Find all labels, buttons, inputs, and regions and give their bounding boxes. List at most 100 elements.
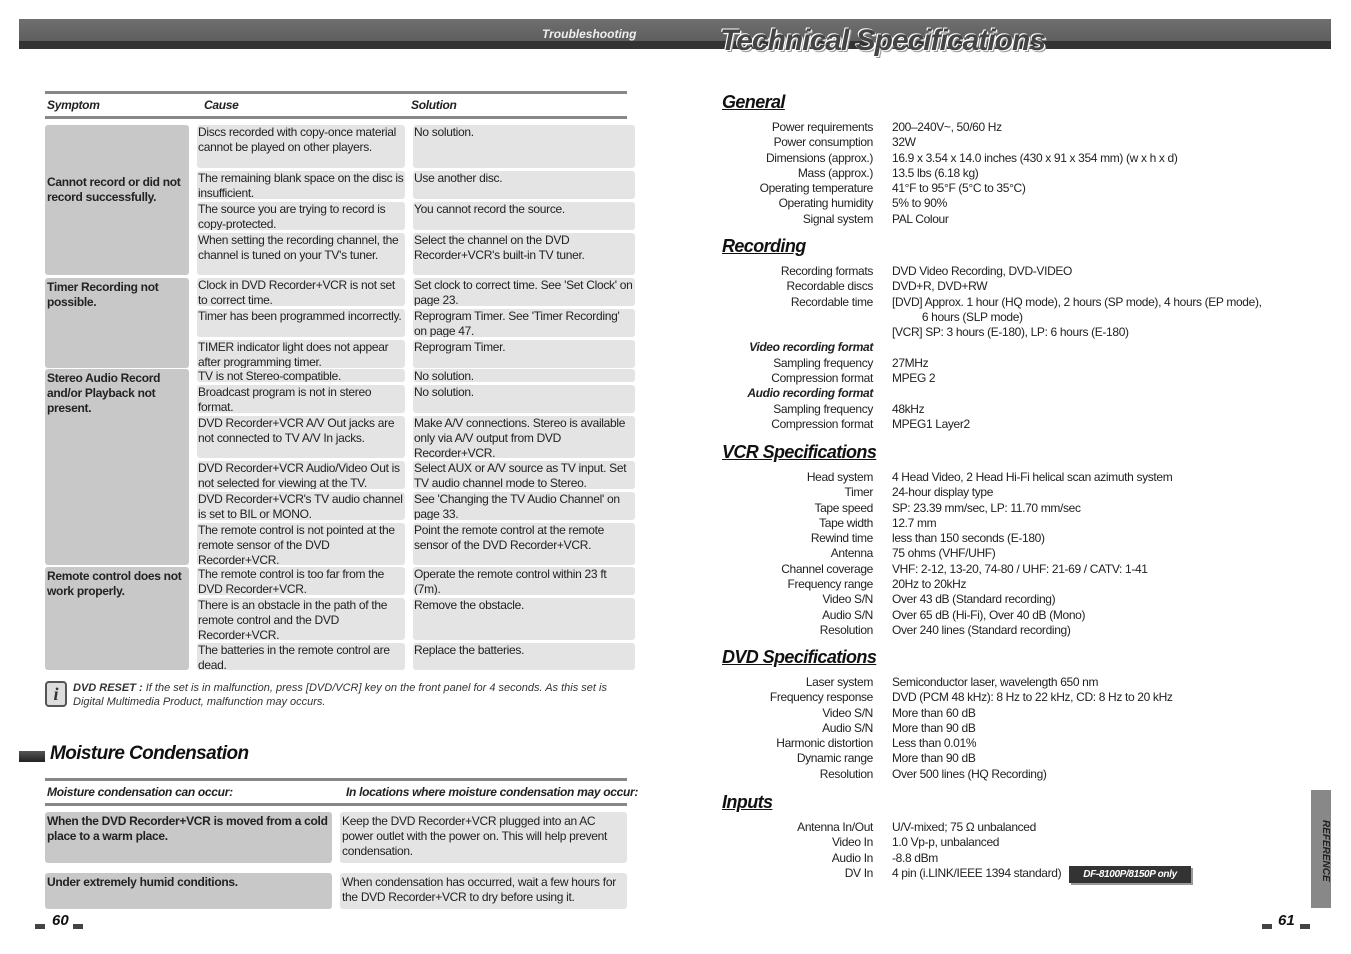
moisture-title: Moisture Condensation [50, 743, 249, 764]
spec-value: 5% to 90% [892, 196, 947, 211]
spec-row: Operating humidity 5% to 90% [700, 196, 1320, 211]
spec-value: 27MHz [892, 355, 929, 370]
spec-row: Harmonic distortion Less than 0.01% [700, 736, 1320, 751]
spec-value: Less than 0.01% [892, 736, 977, 751]
moisture-col-b: In locations where moisture condensation… [346, 785, 639, 799]
spec-row: Rewind time less than 150 seconds (E-180) [700, 531, 1320, 546]
spec-label: Compression format [771, 416, 873, 431]
spec-row: DV In 4 pin (i.LINK/IEEE 1394 standard) DF… [700, 865, 1320, 884]
spec-label: Video S/N [822, 592, 873, 607]
spec-value: MPEG1 Layer2 [892, 416, 970, 431]
spec-row: 6 hours (SLP mode) [700, 310, 1320, 325]
solution-cell: No solution. [413, 125, 635, 168]
solution-cell: No solution. [413, 385, 635, 413]
spec-value: VHF: 2-12, 13-20, 74-80 / UHF: 21-69 / C… [892, 561, 1148, 576]
symptom-cell: Timer Recording not possible. [45, 278, 189, 368]
cause-cell: When setting the recording channel, the … [197, 233, 405, 275]
cause-cell: The remote control is not pointed at the… [197, 523, 405, 565]
cause-cell: The batteries in the remote control are … [197, 643, 405, 670]
spec-label [700, 325, 873, 340]
spec-label: Recordable time [790, 294, 873, 309]
page-number-right: 61 [1278, 912, 1295, 929]
spec-label: Frequency response [769, 690, 873, 705]
cause-cell: Clock in DVD Recorder+VCR is not set to … [197, 278, 405, 306]
table-rule [45, 91, 627, 94]
moisture-advice: When condensation has occurred, wait a f… [340, 873, 627, 909]
page-mark [1300, 924, 1310, 929]
symptom-cell: Stereo Audio Record and/or Playback not … [45, 369, 189, 565]
spec-value: 4 pin (i.LINK/IEEE 1394 standard) [892, 865, 1062, 880]
spec-label: Rewind time [810, 531, 874, 546]
cause-cell: The remaining blank space on the disc is… [197, 171, 405, 199]
spec-row: Sampling frequency 48kHz [700, 402, 1320, 417]
spec-row: Video recording format [700, 340, 1320, 355]
spec-row: Timer 24-hour display type [700, 485, 1320, 500]
cause-cell: TV is not Stereo-compatible. [197, 369, 405, 382]
spec-row: Compression format MPEG1 Layer2 [700, 417, 1320, 432]
moisture-cond: Under extremely humid conditions. [45, 873, 332, 909]
spec-row: Audio S/N Over 65 dB (Hi-Fi), Over 40 dB … [700, 608, 1320, 623]
spec-row: Tape width 12.7 mm [700, 516, 1320, 531]
spec-row: Video S/N Over 43 dB (Standard recording) [700, 592, 1320, 607]
solution-cell: No solution. [413, 369, 635, 382]
cause-cell: DVD Recorder+VCR Audio/Video Out is not … [197, 461, 405, 489]
spec-value: More than 90 dB [892, 720, 976, 735]
moisture-col-a: Moisture condensation can occur: [47, 785, 233, 799]
spec-row: Resolution Over 500 lines (HQ Recording) [700, 767, 1320, 782]
dvd-reset-note: DVD RESET : If the set is in malfunction… [45, 681, 627, 709]
spec-row: Power consumption 32W [700, 135, 1320, 150]
spec-heading-dvd: DVD Specifications [722, 647, 877, 667]
spec-label: Tape width [819, 515, 873, 530]
spec-value: 13.5 lbs (6.18 kg) [892, 165, 979, 180]
spec-value: Over 65 dB (Hi-Fi), Over 40 dB (Mono) [892, 607, 1086, 622]
spec-label: Compression format [771, 371, 873, 386]
solution-cell: Make A/V connections. Stereo is availabl… [413, 416, 635, 458]
spec-row: Audio recording format [700, 386, 1320, 401]
page-number-left: 60 [52, 912, 69, 929]
spec-value: 4 Head Video, 2 Head Hi-Fi helical scan … [892, 470, 1173, 484]
reference-tab-label: REFERENCE [1320, 820, 1331, 882]
spec-heading-vcr: VCR Specifications [722, 442, 877, 462]
spec-label: Video In [831, 835, 873, 850]
solution-cell: Use another disc. [413, 171, 635, 199]
spec-label: Frequency range [787, 577, 874, 592]
spec-label [700, 310, 873, 325]
spec-label: Mass (approx.) [797, 165, 873, 180]
spec-value: Over 500 lines (HQ Recording) [892, 766, 1047, 781]
symptom-group: Remote control does not work properly. Th… [45, 567, 635, 673]
spec-value: DVD+R, DVD+RW [892, 279, 988, 294]
cause-cell: Discs recorded with copy-once material c… [197, 125, 405, 168]
note-text: If the set is in malfunction, press [DVD… [73, 682, 607, 708]
table-rule [45, 803, 627, 806]
cause-cell: DVD Recorder+VCR's TV audio channel is s… [197, 492, 405, 520]
spec-value: DVD Video Recording, DVD-VIDEO [892, 264, 1073, 278]
symptom-cell: Cannot record or did not record successf… [45, 125, 189, 275]
header-bar-dark [19, 41, 1331, 49]
spec-value: 12.7 mm [892, 515, 937, 530]
spec-row: Operating temperature 41°F to 95°F (5°C t… [700, 181, 1320, 196]
page-mark [73, 924, 83, 929]
spec-value: 16.9 x 3.54 x 14.0 inches (430 x 91 x 35… [892, 150, 1178, 165]
spec-value: 200–240V~, 50/60 Hz [892, 120, 1002, 134]
spec-label: Video recording format [749, 340, 873, 355]
note-label: DVD RESET : [73, 682, 143, 694]
section-marker-icon [19, 751, 45, 762]
spec-row: Head system 4 Head Video, 2 Head Hi-Fi he… [700, 470, 1320, 485]
spec-label: Harmonic distortion [776, 736, 873, 751]
spec-row: Audio In -8.8 dBm [700, 851, 1320, 866]
spec-row: Frequency range 20Hz to 20kHz [700, 577, 1320, 592]
cause-cell: The remote control is too far from the D… [197, 567, 405, 595]
spec-row: Dimensions (approx.) 16.9 x 3.54 x 14.0 i… [700, 151, 1320, 166]
solution-cell: Select the channel on the DVD Recorder+V… [413, 233, 635, 275]
spec-value: [VCR] SP: 3 hours (E-180), LP: 6 hours (… [892, 325, 1129, 340]
spec-row: Antenna In/Out U/V-mixed; 75 Ω unbalanced [700, 820, 1320, 835]
solution-cell: Replace the batteries. [413, 643, 635, 670]
spec-value: U/V-mixed; 75 Ω unbalanced [892, 820, 1036, 834]
spec-row: Resolution Over 240 lines (Standard recor… [700, 623, 1320, 638]
spec-row: Compression format MPEG 2 [700, 371, 1320, 386]
spec-label: Operating temperature [759, 181, 874, 196]
spec-value: 41°F to 95°F (5°C to 35°C) [892, 181, 1026, 196]
cause-cell: Broadcast program is not in stereo forma… [197, 385, 405, 413]
solution-cell: Remove the obstacle. [413, 598, 635, 640]
spec-list-general: Power requirements 200–240V~, 50/60 Hz Pow… [700, 120, 1320, 227]
